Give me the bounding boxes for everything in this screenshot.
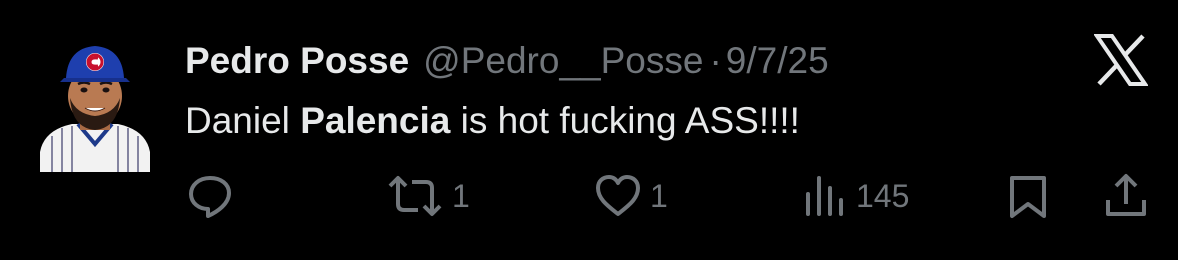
tweet-text-after: is hot fucking ASS!!!!: [450, 100, 800, 141]
retweet-button[interactable]: 1: [386, 172, 470, 220]
bookmark-icon: [1010, 176, 1046, 218]
avatar[interactable]: [38, 40, 152, 172]
separator: ·: [709, 40, 722, 81]
share-icon: [1106, 174, 1146, 216]
x-logo-icon[interactable]: [1093, 34, 1149, 86]
bookmark-button[interactable]: [1006, 172, 1050, 220]
tweet-card[interactable]: Pedro Posse @Pedro__Posse · 9/7/25 Danie…: [0, 0, 1178, 260]
share-button[interactable]: [1102, 172, 1150, 220]
reply-icon: [189, 176, 231, 218]
views-button[interactable]: 145: [800, 172, 909, 220]
tweet-header: Pedro Posse @Pedro__Posse · 9/7/25: [185, 36, 829, 86]
views-icon: [806, 176, 843, 216]
like-count: 1: [650, 178, 668, 214]
tweet-text-bold: Palencia: [300, 100, 451, 141]
retweet-icon: [388, 176, 442, 216]
retweet-count: 1: [452, 178, 470, 214]
tweet-text-before: Daniel: [185, 100, 301, 141]
like-button[interactable]: 1: [594, 172, 668, 220]
baseball-player-avatar-icon: [40, 46, 150, 172]
author-handle[interactable]: @Pedro__Posse: [423, 36, 703, 86]
tweet-text: Daniel Palencia is hot fucking ASS!!!!: [185, 96, 800, 146]
tweet-date[interactable]: 9/7/25: [726, 36, 829, 86]
reply-button[interactable]: [186, 172, 234, 220]
views-count: 145: [856, 178, 910, 214]
author-name[interactable]: Pedro Posse: [185, 36, 409, 86]
heart-icon: [596, 175, 640, 216]
